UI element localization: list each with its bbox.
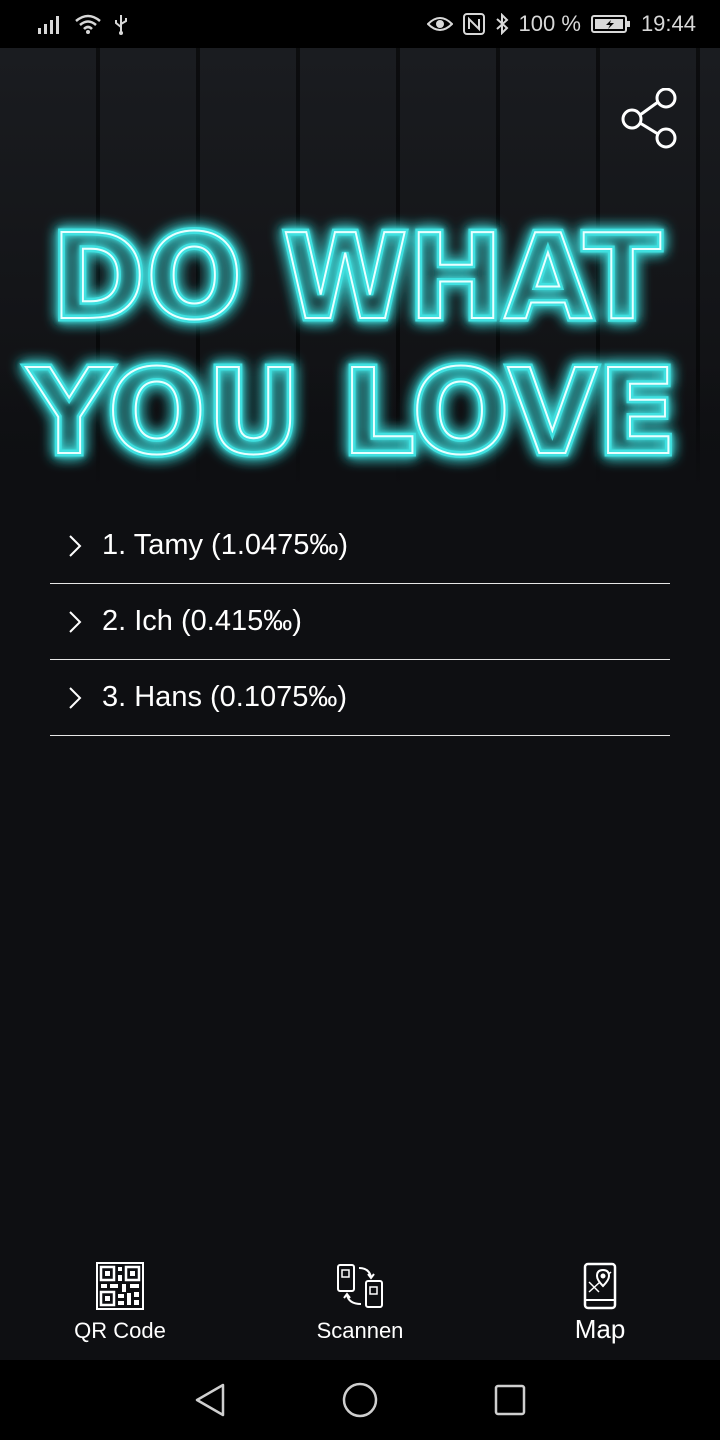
neon-slogan: DO WHAT DO WHAT YOU LOVE YOU LOVE <box>22 205 681 485</box>
list-item[interactable]: 1. Tamy (1.0475‰) <box>50 508 670 584</box>
nav-qr-code-label: QR Code <box>74 1318 166 1343</box>
neon-line-2-core: YOU LOVE <box>25 343 677 481</box>
list-item[interactable]: 2. Ich (0.415‰) <box>50 584 670 660</box>
nav-qr-code[interactable]: QR Code <box>0 1250 240 1360</box>
nav-scan-label: Scannen <box>316 1318 404 1343</box>
back-triangle-icon <box>195 1383 225 1417</box>
home-circle-icon <box>342 1382 378 1418</box>
usb-icon <box>115 15 127 35</box>
hero-banner: DO WHAT DO WHAT YOU LOVE YOU LOVE <box>0 48 720 488</box>
list-item-label: 3. Hans (0.1075‰) <box>102 681 348 713</box>
chevron-right-icon <box>69 686 82 709</box>
share-icon[interactable] <box>620 88 682 150</box>
back-button[interactable] <box>185 1375 235 1425</box>
bottom-navigation: QR Code Scannen Map <box>0 1250 720 1360</box>
system-navigation-bar <box>0 1360 720 1440</box>
recents-button[interactable] <box>485 1375 535 1425</box>
signal-icon <box>38 16 59 34</box>
battery-icon <box>590 15 630 33</box>
neon-line-1-core: DO WHAT <box>51 208 661 346</box>
qr-code-icon <box>96 1262 144 1310</box>
nfc-icon <box>462 13 485 35</box>
status-bar: 100 % 19:44 <box>0 0 720 48</box>
nav-map[interactable]: Map <box>480 1250 720 1360</box>
list-item[interactable]: 3. Hans (0.1075‰) <box>50 660 670 736</box>
app-screen: 100 % 19:44 DO WHAT DO WHAT YOU LOVE YOU… <box>0 0 720 1440</box>
nav-map-label: Map <box>574 1314 626 1344</box>
battery-percent: 100 % <box>518 11 581 36</box>
recents-square-icon <box>494 1384 526 1416</box>
ranking-list: 1. Tamy (1.0475‰) 2. Ich (0.415‰) 3. Han… <box>50 508 670 736</box>
chevron-right-icon <box>69 534 82 557</box>
eye-icon <box>426 17 453 31</box>
map-phone-icon <box>583 1262 617 1310</box>
nav-scan[interactable]: Scannen <box>240 1250 480 1360</box>
list-item-label: 2. Ich (0.415‰) <box>102 605 302 637</box>
home-button[interactable] <box>335 1375 385 1425</box>
list-item-label: 1. Tamy (1.0475‰) <box>102 529 349 561</box>
bluetooth-icon <box>495 13 508 35</box>
clock: 19:44 <box>640 11 696 36</box>
scan-phones-icon <box>337 1264 383 1308</box>
wifi-icon <box>75 14 101 34</box>
chevron-right-icon <box>69 610 82 633</box>
